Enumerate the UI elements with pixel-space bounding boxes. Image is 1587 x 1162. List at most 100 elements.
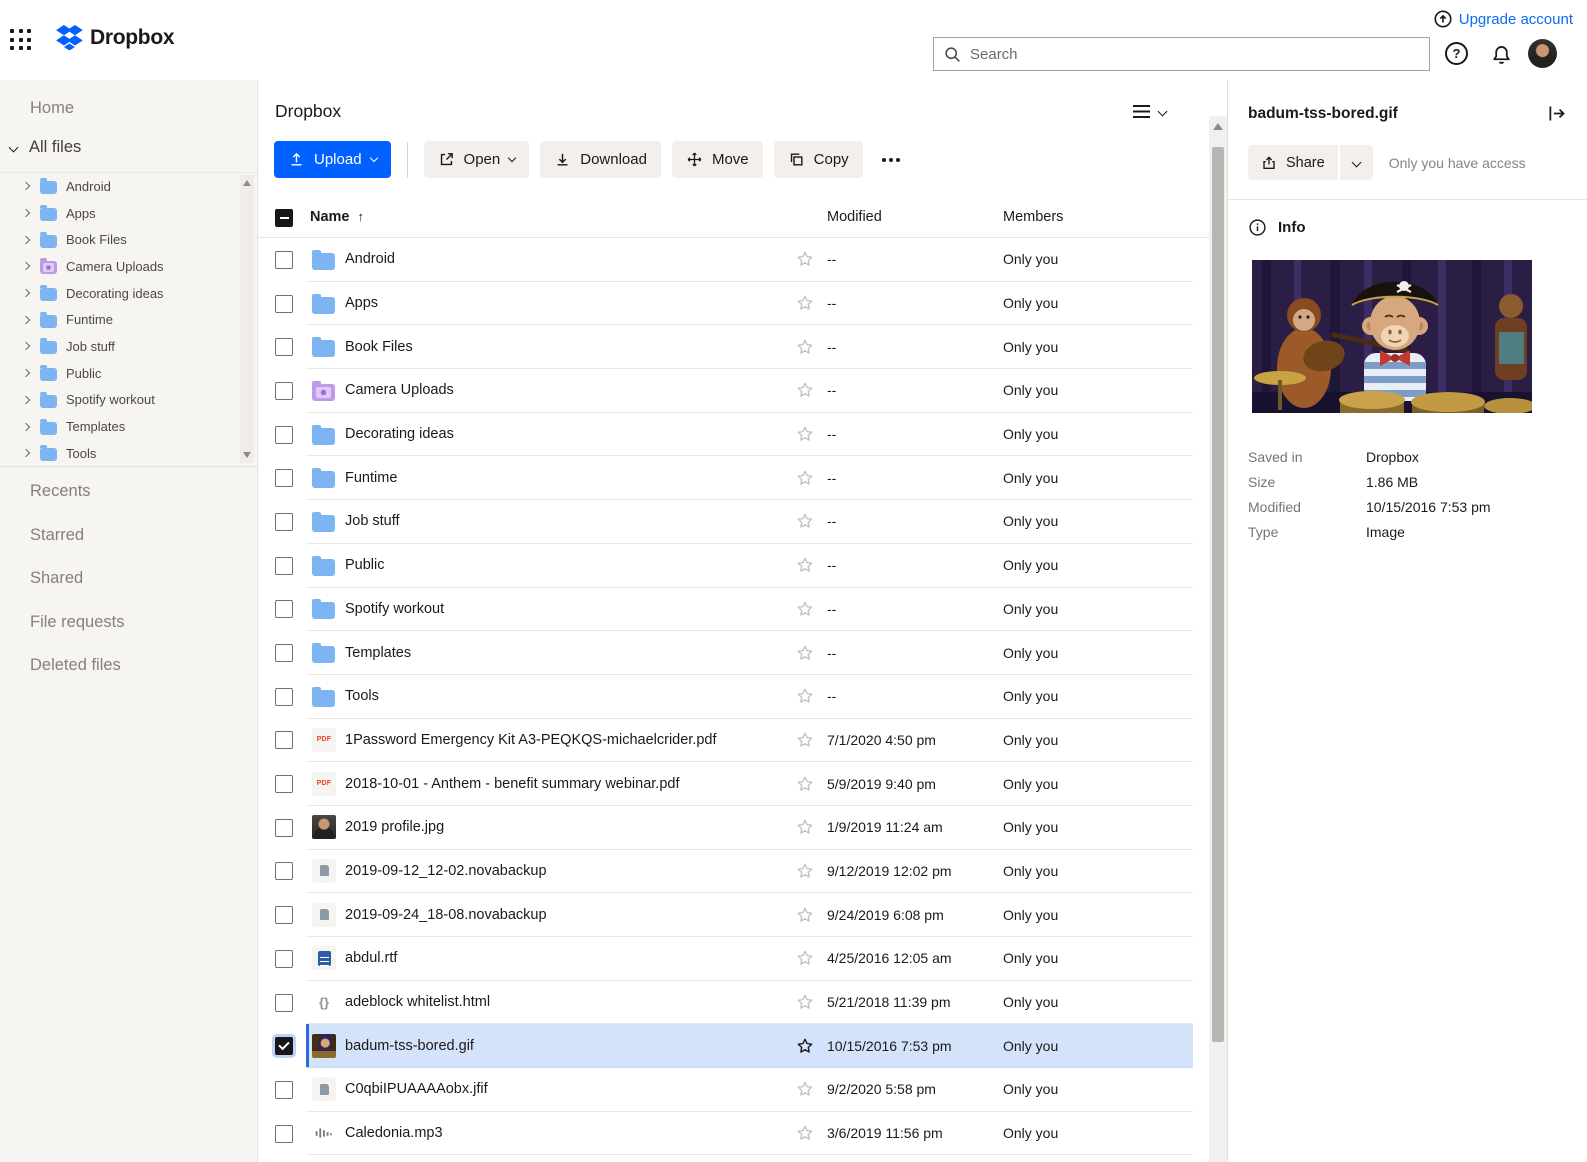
file-name[interactable]: 1Password Emergency Kit A3-PEQKQS-michae… (345, 732, 795, 748)
sidebar-item-home[interactable]: Home (30, 99, 74, 118)
table-row[interactable]: Caledonia.mp3 3/6/2019 11:56 pm Only you (258, 1112, 1209, 1156)
file-name[interactable]: 2019 profile.jpg (345, 819, 795, 835)
sidebar-folder-templates[interactable]: Templates (0, 413, 257, 440)
chevron-right-icon[interactable] (21, 262, 31, 271)
table-row[interactable]: Apps -- Only you (258, 282, 1209, 326)
table-row[interactable]: 2019-09-12_12-02.novabackup 9/12/2019 12… (258, 850, 1209, 894)
row-checkbox[interactable] (275, 775, 293, 794)
sidebar-item-starred[interactable]: Starred (0, 514, 258, 558)
file-name[interactable]: adeblock whitelist.html (345, 994, 795, 1010)
avatar[interactable] (1528, 39, 1557, 68)
search-input[interactable] (970, 45, 1419, 63)
chevron-right-icon[interactable] (21, 342, 31, 351)
scroll-down-arrow-icon[interactable] (243, 452, 251, 458)
share-options-button[interactable] (1339, 145, 1373, 180)
file-name[interactable]: badum-tss-bored.gif (345, 1038, 795, 1054)
star-icon[interactable] (795, 1079, 815, 1099)
table-row[interactable]: Job stuff -- Only you (258, 500, 1209, 544)
table-row[interactable]: Android -- Only you (258, 238, 1209, 282)
star-icon[interactable] (795, 643, 815, 663)
column-header-modified[interactable]: Modified (827, 209, 882, 225)
table-row[interactable]: Spotify workout -- Only you (258, 588, 1209, 632)
file-name[interactable]: Spotify workout (345, 601, 795, 617)
star-icon[interactable] (795, 861, 815, 881)
star-icon[interactable] (795, 555, 815, 575)
file-name[interactable]: Android (345, 251, 795, 267)
file-name[interactable]: 2019-09-12_12-02.novabackup (345, 863, 795, 879)
scroll-up-arrow-icon[interactable] (243, 180, 251, 186)
apps-grid-icon[interactable] (10, 29, 32, 51)
sidebar-folder-decorating-ideas[interactable]: Decorating ideas (0, 280, 257, 307)
column-header-name[interactable]: Name ↑ (310, 209, 364, 225)
chevron-right-icon[interactable] (21, 208, 31, 218)
upgrade-account-link[interactable]: Upgrade account (1434, 10, 1573, 28)
row-checkbox[interactable] (275, 731, 293, 750)
tree-scrollbar[interactable] (240, 175, 254, 463)
chevron-down-icon[interactable] (8, 142, 19, 153)
star-icon[interactable] (795, 686, 815, 706)
file-name[interactable]: C0qbiIPUAAAAobx.jfif (345, 1081, 795, 1097)
open-button[interactable]: Open (423, 141, 530, 178)
file-name[interactable]: Apps (345, 295, 795, 311)
row-checkbox[interactable] (275, 687, 293, 706)
file-name[interactable]: Camera Uploads (345, 382, 795, 398)
star-icon[interactable] (795, 424, 815, 444)
table-row[interactable]: C0qbiIPUAAAAobx.jfif 9/2/2020 5:58 pm On… (258, 1068, 1209, 1112)
chevron-right-icon[interactable] (21, 182, 31, 191)
row-checkbox[interactable] (275, 556, 293, 575)
row-checkbox[interactable] (275, 1124, 293, 1143)
row-checkbox[interactable] (275, 949, 293, 968)
table-row[interactable]: PDF 2018-10-01 - Anthem - benefit summar… (258, 762, 1209, 806)
main-scrollbar[interactable] (1209, 116, 1227, 1162)
row-checkbox[interactable] (275, 818, 293, 837)
sidebar-folder-apps[interactable]: Apps (0, 200, 257, 227)
sidebar-item-shared[interactable]: Shared (0, 557, 258, 601)
scrollbar-thumb[interactable] (1212, 147, 1224, 1042)
row-checkbox[interactable] (275, 250, 293, 269)
star-icon[interactable] (795, 1036, 815, 1056)
star-icon[interactable] (795, 992, 815, 1012)
table-row[interactable]: PDF 1Password Emergency Kit A3-PEQKQS-mi… (258, 719, 1209, 763)
sidebar-folder-spotify-workout[interactable]: Spotify workout (0, 387, 257, 414)
sidebar-folder-job-stuff[interactable]: Job stuff (0, 333, 257, 360)
row-checkbox[interactable] (275, 294, 293, 313)
star-icon[interactable] (795, 380, 815, 400)
help-button[interactable]: ? (1445, 42, 1468, 65)
file-name[interactable]: Funtime (345, 470, 795, 486)
table-row[interactable]: badum-tss-bored.gif 10/15/2016 7:53 pm O… (258, 1024, 1209, 1069)
star-icon[interactable] (795, 599, 815, 619)
table-row[interactable]: Tools -- Only you (258, 675, 1209, 719)
star-icon[interactable] (795, 293, 815, 313)
row-checkbox[interactable] (275, 425, 293, 444)
row-checkbox[interactable] (275, 1037, 293, 1056)
table-row[interactable]: Decorating ideas -- Only you (258, 413, 1209, 457)
sidebar-folder-funtime[interactable]: Funtime (0, 306, 257, 333)
sidebar-folder-android[interactable]: Android (0, 173, 257, 200)
file-name[interactable]: Public (345, 557, 795, 573)
sidebar-item-file-requests[interactable]: File requests (0, 601, 258, 645)
table-row[interactable]: Camera Uploads -- Only you (258, 369, 1209, 413)
star-icon[interactable] (795, 817, 815, 837)
table-row[interactable]: abdul.rtf 4/25/2016 12:05 am Only you (258, 937, 1209, 981)
row-checkbox[interactable] (275, 1080, 293, 1099)
search-bar[interactable] (933, 37, 1430, 71)
file-name[interactable]: Decorating ideas (345, 426, 795, 442)
chevron-right-icon[interactable] (21, 448, 31, 458)
file-name[interactable]: 2019-09-24_18-08.novabackup (345, 907, 795, 923)
chevron-right-icon[interactable] (21, 395, 31, 405)
file-name[interactable]: Tools (345, 688, 795, 704)
select-all-checkbox[interactable] (275, 209, 293, 227)
row-checkbox[interactable] (275, 512, 293, 531)
chevron-right-icon[interactable] (21, 235, 31, 244)
share-button[interactable]: Share (1248, 145, 1338, 180)
chevron-right-icon[interactable] (21, 315, 31, 325)
scroll-up-arrow-icon[interactable] (1213, 123, 1223, 130)
row-checkbox[interactable] (275, 993, 293, 1012)
star-icon[interactable] (795, 511, 815, 531)
column-header-members[interactable]: Members (1003, 209, 1063, 225)
sidebar-folder-tools[interactable]: Tools (0, 440, 257, 466)
chevron-right-icon[interactable] (21, 288, 31, 298)
file-name[interactable]: abdul.rtf (345, 950, 795, 966)
file-name[interactable]: Caledonia.mp3 (345, 1125, 795, 1141)
row-checkbox[interactable] (275, 381, 293, 400)
